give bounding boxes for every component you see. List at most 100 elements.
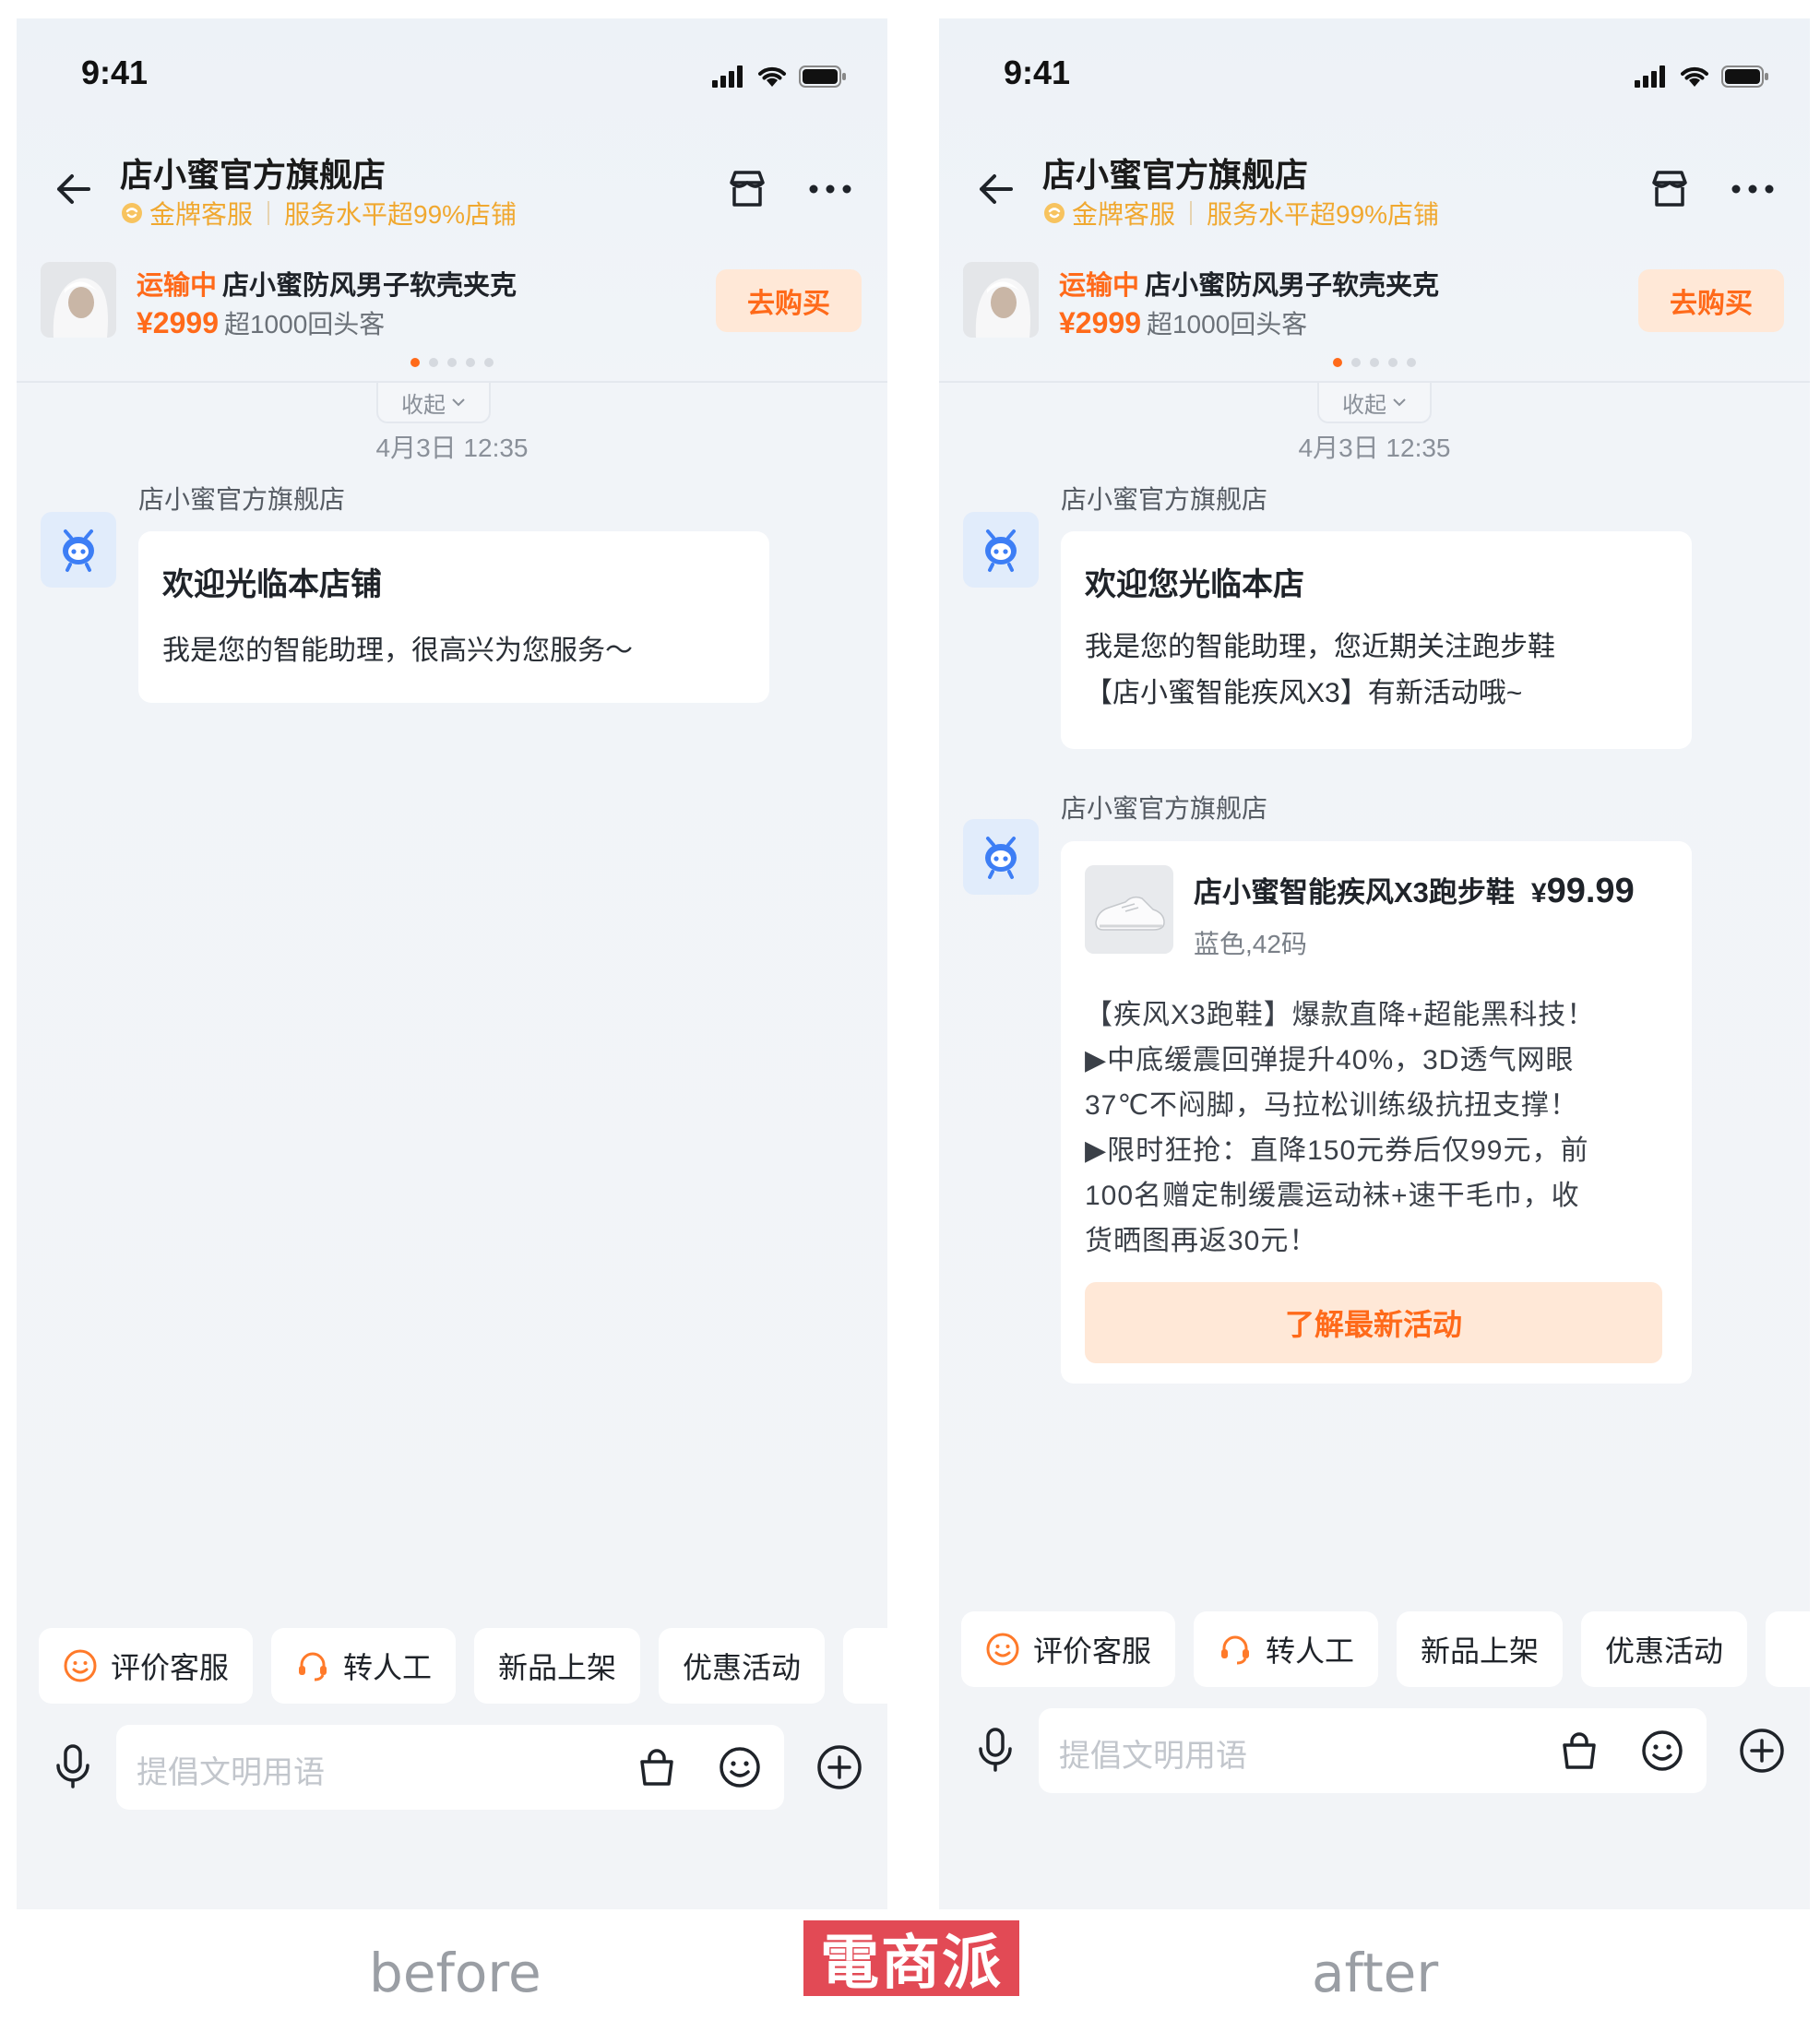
collapse-button[interactable]: 收起 <box>1317 383 1432 423</box>
message-input[interactable]: 提倡文明用语 <box>116 1725 784 1810</box>
collapse-label: 收起 <box>1342 392 1386 418</box>
sender-name: 店小蜜官方旗舰店 <box>1061 794 1268 823</box>
more-button[interactable] <box>801 160 860 219</box>
quick-reply-more[interactable] <box>843 1628 887 1704</box>
quick-reply-promotions[interactable]: 优惠活动 <box>1581 1611 1748 1687</box>
emoji-button[interactable] <box>712 1740 767 1795</box>
carousel-dot <box>447 358 457 367</box>
status-time: 9:41 <box>1004 53 1071 91</box>
voice-button[interactable] <box>963 1717 1028 1782</box>
carousel-dots <box>939 358 1810 367</box>
wifi-icon <box>758 66 786 87</box>
divider <box>268 201 270 225</box>
back-button[interactable] <box>967 160 1026 219</box>
more-actions-button[interactable] <box>1732 1721 1791 1780</box>
carousel-dot <box>466 358 475 367</box>
promo-desc-line: ▶中底缓震回弹提升40%，3D透气网眼 <box>1085 1045 1575 1075</box>
product-price: ¥2999 <box>1059 306 1141 339</box>
quick-reply-promotions[interactable]: 优惠活动 <box>659 1628 826 1704</box>
plus-icon <box>1740 1729 1784 1773</box>
product-name: 店小蜜防风男子软壳夹克 <box>222 271 517 301</box>
welcome-text-line: 我是您的智能助理，您近期关注跑步鞋 <box>1085 632 1555 662</box>
quick-reply-rate-service[interactable]: 评价客服 <box>39 1628 254 1704</box>
battery-icon <box>1721 65 1768 88</box>
shop-title: 店小蜜官方旗舰店 <box>1042 156 1309 194</box>
carousel-dot <box>1407 358 1416 367</box>
bot-avatar-icon <box>985 529 1017 572</box>
quick-reply-more[interactable] <box>1766 1611 1810 1687</box>
welcome-text-line: 【店小蜜智能疾风X3】有新活动哦~ <box>1085 678 1523 708</box>
more-button[interactable] <box>1723 160 1782 219</box>
signal-icon <box>712 65 743 88</box>
store-icon <box>730 171 765 207</box>
sender-name: 店小蜜官方旗舰店 <box>1061 485 1268 514</box>
status-time: 9:41 <box>81 53 149 91</box>
promo-desc-line: 【疾风X3跑鞋】爆款直降+超能黑科技！ <box>1085 1000 1596 1030</box>
product-price: ¥2999 <box>137 306 219 339</box>
quick-reply-human[interactable]: 转人工 <box>271 1628 457 1704</box>
product-bag-button[interactable] <box>629 1740 684 1795</box>
price-prefix: ¥ <box>1530 878 1547 909</box>
phone-before: 9:41 店小蜜官方旗舰店 金牌客服 服务水平超99%店铺 运输中 店小蜜防风男… <box>17 18 887 1909</box>
quick-reply-human[interactable]: 转人工 <box>1194 1611 1379 1687</box>
repeat-customers: 超1000回头客 <box>223 310 386 339</box>
quick-replies: 评价客服 转人工 新品上架 优惠活动 <box>39 1628 887 1704</box>
back-button[interactable] <box>44 160 103 219</box>
buy-button[interactable]: 去购买 <box>716 269 862 332</box>
signal-icon <box>1635 65 1665 88</box>
product-bag-button[interactable] <box>1552 1723 1607 1778</box>
service-level-label: 服务水平超99%店铺 <box>1207 200 1440 229</box>
logo-text: 電商派 <box>820 1929 1003 1998</box>
shop-subtitle: 金牌客服 服务水平超99%店铺 <box>120 195 517 232</box>
voice-button[interactable] <box>41 1734 105 1799</box>
message-input[interactable]: 提倡文明用语 <box>1039 1708 1707 1793</box>
status-bar: 9:41 <box>17 18 887 129</box>
chip-label: 转人工 <box>1266 1634 1355 1668</box>
smile-icon <box>985 1632 1020 1667</box>
buy-button[interactable]: 去购买 <box>1638 269 1784 332</box>
chip-label: 评价客服 <box>111 1651 230 1684</box>
chip-label: 转人工 <box>343 1651 433 1684</box>
price-value: 99.99 <box>1546 872 1635 910</box>
shipping-status: 运输中 <box>1059 271 1140 301</box>
message-timestamp: 4月3日 12:35 <box>1298 434 1451 462</box>
phone-after: 9:41 店小蜜官方旗舰店 金牌客服 服务水平超99%店铺 运输中 店小蜜防风男… <box>939 18 1810 1909</box>
quick-reply-new-arrivals[interactable]: 新品上架 <box>474 1628 641 1704</box>
product-thumbnail <box>41 262 116 338</box>
store-button[interactable] <box>1640 160 1699 219</box>
promo-product-price: ¥99.99 <box>1531 872 1635 911</box>
emoji-button[interactable] <box>1635 1723 1690 1778</box>
product-thumbnail <box>963 262 1039 338</box>
mic-icon <box>979 1728 1012 1772</box>
gold-service-label: 金牌客服 <box>149 200 254 229</box>
welcome-text: 我是您的智能助理，很高兴为您服务～ <box>162 636 633 666</box>
quick-reply-new-arrivals[interactable]: 新品上架 <box>1397 1611 1564 1687</box>
status-bar: 9:41 <box>939 18 1810 129</box>
more-actions-button[interactable] <box>810 1738 869 1797</box>
chevron-down-icon <box>1393 398 1406 407</box>
chevron-down-icon <box>452 398 465 407</box>
input-bar: 提倡文明用语 <box>17 1725 887 1810</box>
service-level-label: 服务水平超99%店铺 <box>284 200 517 229</box>
carousel-dot <box>429 358 438 367</box>
logo: 電商派 <box>803 1920 1019 1998</box>
product-card-bar[interactable]: 运输中 店小蜜防风男子软壳夹克 ¥2999 超1000回头客 去购买 <box>17 249 887 383</box>
collapse-button[interactable]: 收起 <box>376 383 491 423</box>
gold-service-icon <box>120 201 144 225</box>
divider <box>1190 201 1193 225</box>
promo-message-card: 店小蜜智能疾风X3跑步鞋 ¥99.99 蓝色,42码 【疾风X3跑鞋】爆款直降+… <box>1061 841 1692 1384</box>
welcome-title: 欢迎光临本店铺 <box>162 567 382 602</box>
learn-promo-button[interactable]: 了解最新活动 <box>1085 1282 1662 1363</box>
back-arrow-icon <box>57 174 90 204</box>
bag-icon <box>1563 1732 1596 1769</box>
promo-desc-line: ▶限时狂抢：直降150元券后仅99元，前 <box>1085 1135 1589 1166</box>
shop-subtitle: 金牌客服 服务水平超99%店铺 <box>1042 195 1439 232</box>
emoji-icon <box>1642 1730 1683 1771</box>
quick-reply-rate-service[interactable]: 评价客服 <box>961 1611 1176 1687</box>
product-card-bar[interactable]: 运输中 店小蜜防风男子软壳夹克 ¥2999 超1000回头客 去购买 <box>939 249 1810 383</box>
store-button[interactable] <box>718 160 777 219</box>
carousel-dots <box>17 358 887 367</box>
battery-icon <box>799 65 846 88</box>
promo-product[interactable]: 店小蜜智能疾风X3跑步鞋 ¥99.99 蓝色,42码 <box>1085 865 1668 961</box>
promo-product-name: 店小蜜智能疾风X3跑步鞋 <box>1194 876 1515 909</box>
